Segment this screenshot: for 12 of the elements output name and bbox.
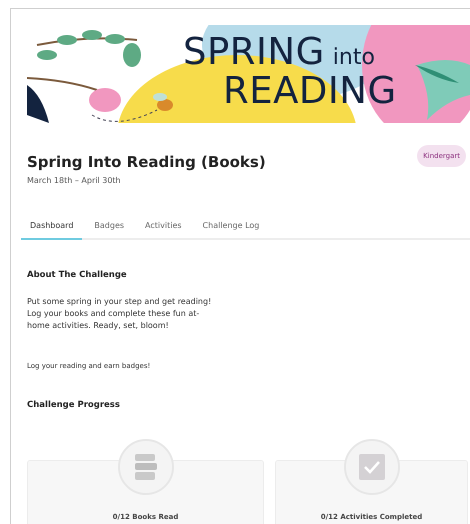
tab[interactable]: Dashboard [21, 221, 82, 240]
banner-title: into [332, 47, 375, 69]
challenge-title: Spring Into Reading (Books) [27, 153, 266, 171]
section-heading: Challenge Progress [27, 400, 121, 410]
challenge-description: Put some spring in your step and get reading! Log your books and complete these fun at-home activities. Ready, set, bloom! [27, 296, 212, 332]
checkbox-icon [358, 454, 384, 480]
challenge-dates: March 18th – April 30th [27, 176, 122, 185]
books-icon [134, 453, 158, 481]
tab[interactable]: Activities [136, 221, 191, 240]
section-heading: About The Challenge [27, 270, 128, 280]
tab[interactable]: Challenge Log [194, 221, 268, 240]
tab[interactable]: Badges [85, 221, 134, 240]
